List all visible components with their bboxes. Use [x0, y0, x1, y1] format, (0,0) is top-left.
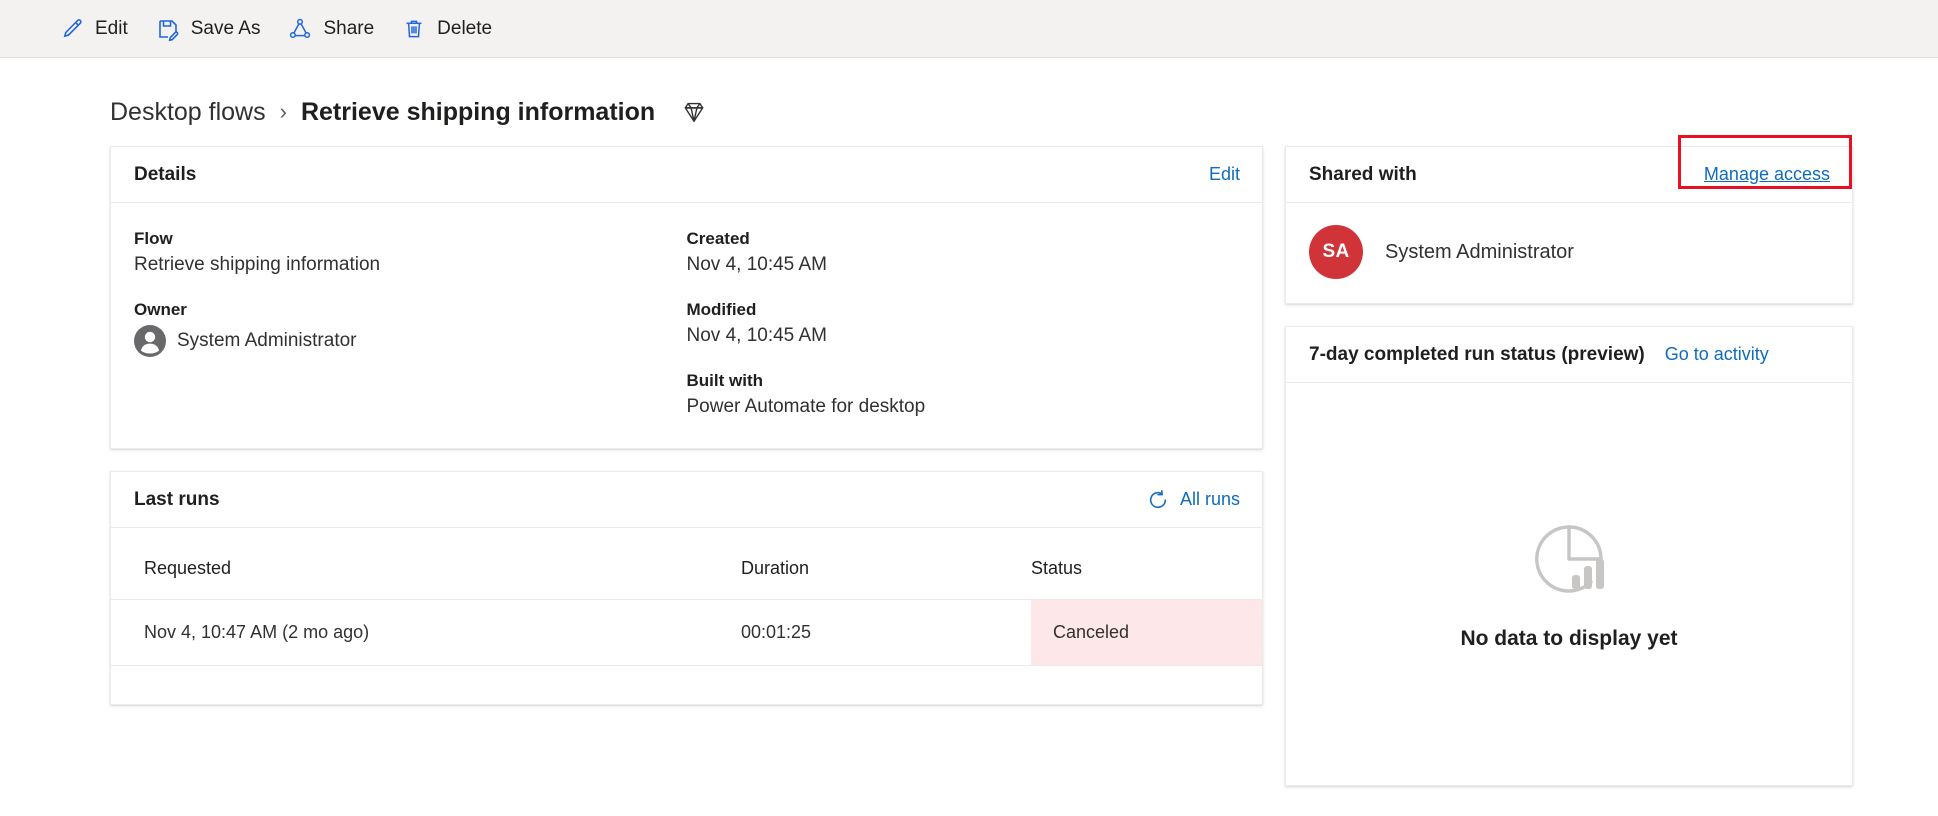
last-runs-footer-space [111, 666, 1262, 704]
table-row[interactable]: Nov 4, 10:47 AM (2 mo ago) 00:01:25 Canc… [111, 599, 1262, 666]
run-status-card-header: 7-day completed run status (preview) Go … [1286, 327, 1852, 383]
empty-state-text: No data to display yet [1460, 627, 1678, 650]
all-runs-link-label: All runs [1179, 489, 1240, 509]
run-status-card-title: 7-day completed run status (preview) [1309, 343, 1645, 365]
save-as-button[interactable]: Save As [142, 7, 275, 51]
table-header-row: Requested Duration Status [111, 528, 1262, 600]
details-card-header: Details Edit [111, 147, 1262, 203]
status-badge: Canceled [1031, 599, 1262, 666]
edit-button-label: Edit [95, 17, 128, 39]
manage-access-link[interactable]: Manage access [1704, 164, 1830, 185]
share-button[interactable]: Share [274, 7, 388, 51]
breadcrumb: Desktop flows › Retrieve shipping inform… [0, 58, 1938, 132]
column-header-duration[interactable]: Duration [741, 528, 1031, 600]
breadcrumb-separator: › [279, 99, 287, 124]
field-built-with-label: Built with [686, 371, 763, 390]
shared-person-name: System Administrator [1385, 240, 1574, 263]
left-column: Details Edit Flow Retrieve shipping info… [110, 146, 1263, 705]
premium-diamond-icon [681, 99, 707, 125]
breadcrumb-parent[interactable]: Desktop flows [110, 98, 266, 127]
details-edit-link[interactable]: Edit [1209, 164, 1240, 185]
cell-requested: Nov 4, 10:47 AM (2 mo ago) [111, 599, 741, 666]
details-left-fields: Flow Retrieve shipping information Owner [134, 229, 687, 418]
delete-button[interactable]: Delete [388, 7, 506, 51]
shared-with-card-title: Shared with [1309, 163, 1417, 185]
field-created-value: Nov 4, 10:45 AM [686, 254, 827, 275]
details-right-fields: Created Nov 4, 10:45 AM Modified Nov 4, … [687, 229, 1240, 418]
field-flow-label: Flow [134, 229, 173, 248]
save-as-button-label: Save As [190, 17, 261, 39]
last-runs-card-title: Last runs [134, 488, 220, 510]
shared-with-card: Shared with Manage access SA System Admi… [1285, 135, 1853, 304]
last-runs-card-header: Last runs All runs [111, 472, 1262, 528]
field-modified-label: Modified [686, 300, 757, 319]
field-flow-value: Retrieve shipping information [134, 254, 381, 275]
edit-button[interactable]: Edit [46, 7, 142, 51]
all-runs-link[interactable]: All runs [1147, 489, 1240, 511]
column-header-requested[interactable]: Requested [111, 528, 741, 600]
share-icon [288, 17, 312, 41]
field-owner: Owner System Administrator [134, 300, 687, 357]
details-card-title: Details [134, 163, 197, 185]
trash-icon [402, 17, 426, 41]
delete-button-label: Delete [437, 17, 493, 39]
field-owner-value: System Administrator [177, 330, 357, 351]
avatar: SA [1309, 225, 1363, 279]
content-columns: Details Edit Flow Retrieve shipping info… [0, 132, 1938, 786]
field-created-label: Created [686, 229, 750, 248]
field-built-with-value: Power Automate for desktop [686, 396, 926, 417]
field-modified-value: Nov 4, 10:45 AM [686, 325, 827, 346]
details-card: Details Edit Flow Retrieve shipping info… [110, 146, 1263, 449]
person-avatar-icon [134, 325, 166, 357]
save-as-icon [156, 17, 180, 41]
go-to-activity-link[interactable]: Go to activity [1665, 344, 1769, 365]
field-owner-label: Owner [134, 300, 187, 319]
shared-with-card-body: SA System Administrator [1286, 203, 1852, 303]
page-content: Desktop flows › Retrieve shipping inform… [0, 58, 1938, 816]
shared-with-card-header: Shared with Manage access [1286, 135, 1852, 203]
column-header-status[interactable]: Status [1031, 528, 1262, 600]
pencil-icon [60, 17, 84, 41]
last-runs-table: Requested Duration Status Nov 4, 10:47 A… [111, 528, 1262, 666]
cell-duration: 00:01:25 [741, 599, 1031, 666]
last-runs-card: Last runs All runs Requested Duration St… [110, 471, 1263, 705]
last-runs-table-head: Requested Duration Status [111, 528, 1262, 600]
share-button-label: Share [323, 17, 375, 39]
field-flow: Flow Retrieve shipping information [134, 229, 687, 276]
field-created: Created Nov 4, 10:45 AM [687, 229, 1240, 276]
run-status-card: 7-day completed run status (preview) Go … [1285, 326, 1853, 786]
owner-row: System Administrator [134, 325, 687, 357]
last-runs-table-body: Nov 4, 10:47 AM (2 mo ago) 00:01:25 Canc… [111, 599, 1262, 666]
field-built-with: Built with Power Automate for desktop [687, 371, 1240, 418]
command-bar: Edit Save As Share Delete [0, 0, 1938, 58]
page-title: Retrieve shipping information [300, 97, 656, 126]
right-column: Shared with Manage access SA System Admi… [1285, 135, 1853, 786]
refresh-icon [1147, 489, 1169, 511]
run-status-empty-state: No data to display yet [1286, 383, 1852, 785]
pie-bar-chart-icon [1527, 517, 1611, 601]
field-modified: Modified Nov 4, 10:45 AM [687, 300, 1240, 347]
details-card-body: Flow Retrieve shipping information Owner [111, 203, 1262, 448]
